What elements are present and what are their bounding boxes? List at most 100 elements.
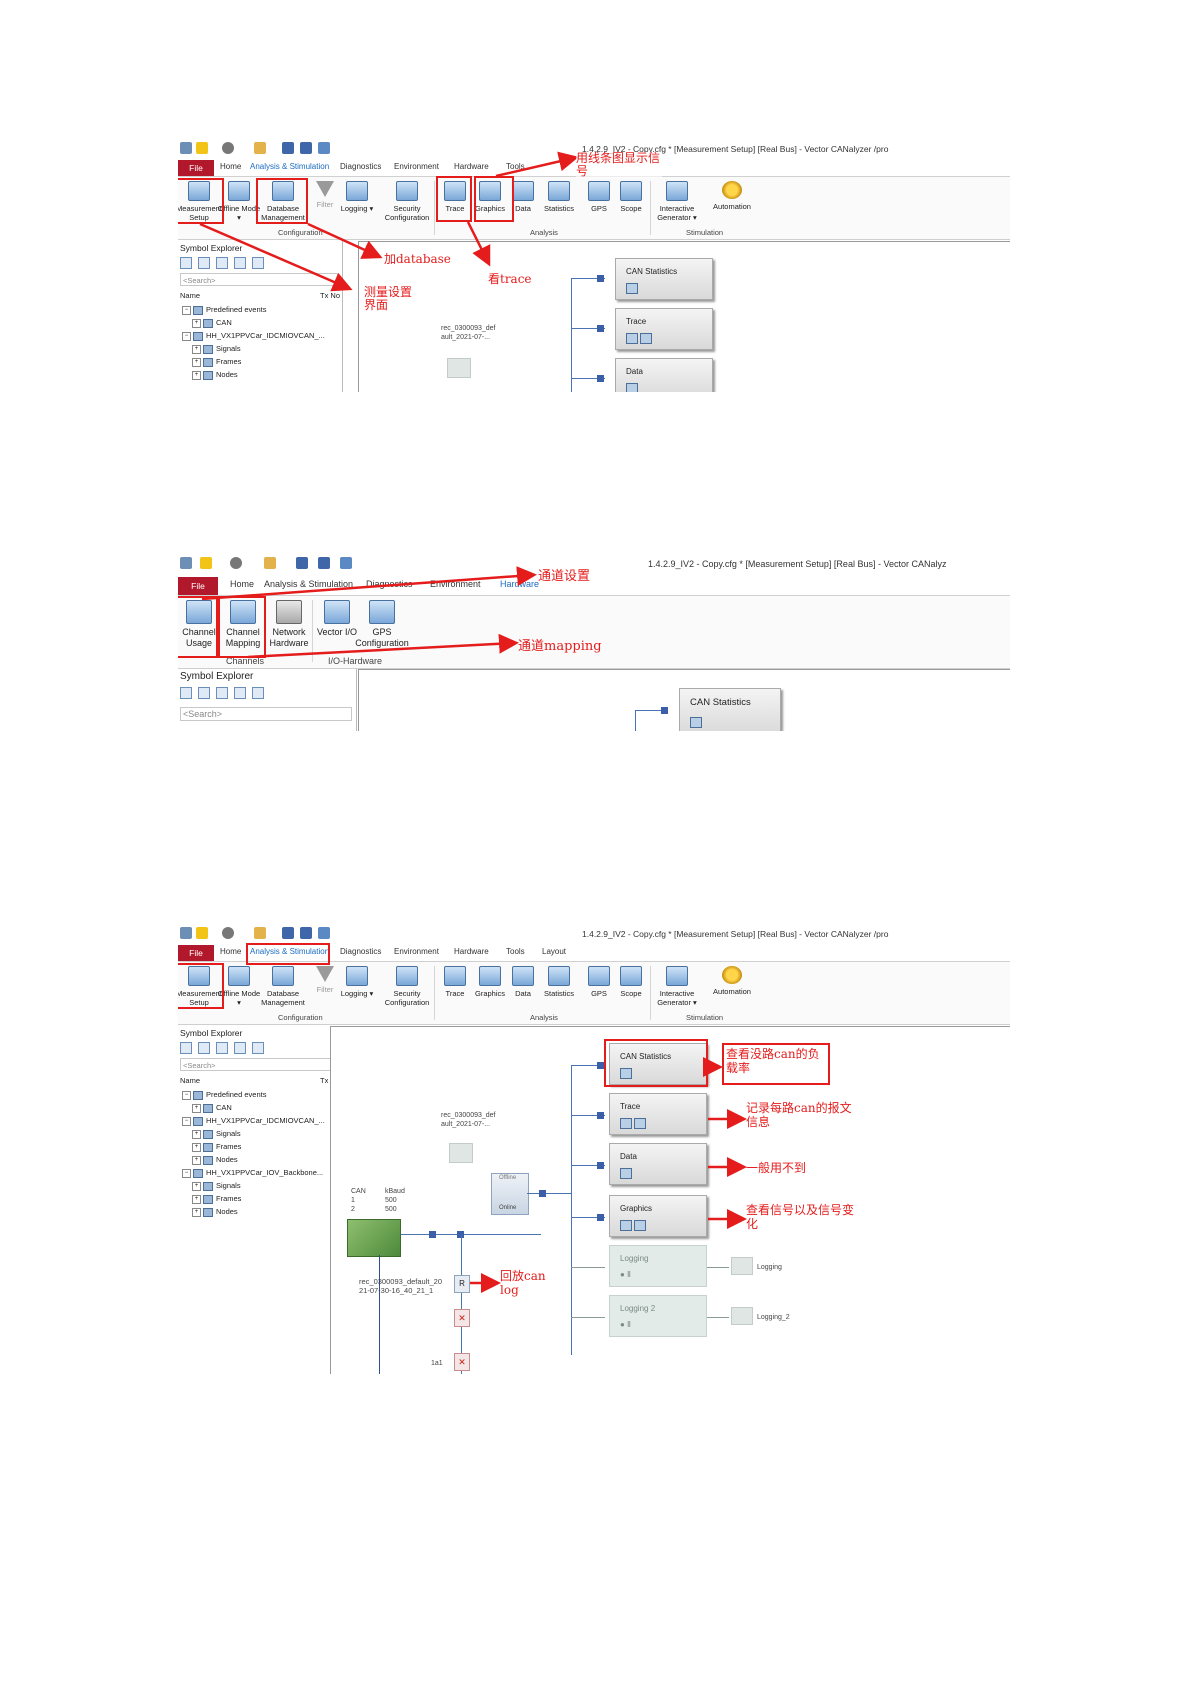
symbol-search-input[interactable]: <Search> [180, 1058, 338, 1071]
tree-item[interactable]: − Predefined events [182, 305, 266, 315]
connector-node[interactable] [597, 275, 604, 282]
logging-file-icon[interactable] [731, 1257, 753, 1275]
open-folder-icon[interactable] [264, 557, 276, 569]
connector-node[interactable] [661, 707, 668, 714]
save-icon[interactable] [282, 927, 294, 939]
replay-folder-icon[interactable] [447, 358, 471, 378]
tool-icon[interactable] [252, 687, 264, 699]
export-icon[interactable] [318, 927, 330, 939]
interactive-generator-button[interactable]: Interactive Generator ▾ [654, 181, 700, 222]
tool-icon[interactable] [180, 1042, 192, 1054]
connector-node[interactable] [597, 325, 604, 332]
tab-diagnostics[interactable]: Diagnostics [366, 579, 413, 589]
save-as-icon[interactable] [300, 142, 312, 154]
can-statistics-block[interactable]: CAN Statistics [679, 688, 781, 731]
tab-analysis[interactable]: Analysis & Stimulation [264, 579, 353, 589]
connector-node[interactable] [597, 375, 604, 382]
stop-icon[interactable] [222, 142, 234, 154]
tab-file[interactable]: File [178, 577, 218, 595]
logging-file-icon[interactable] [731, 1307, 753, 1325]
tab-hardware[interactable]: Hardware [454, 947, 489, 956]
automation-button[interactable]: Automation [709, 181, 755, 211]
tool-icon[interactable] [180, 687, 192, 699]
tree-item[interactable]: − HH_VX1PPVCar_IOV_Backbone... [182, 1168, 323, 1178]
save-as-icon[interactable] [300, 927, 312, 939]
connector-node[interactable] [597, 1062, 604, 1069]
tool-icon[interactable] [216, 1042, 228, 1054]
replay-folder-icon[interactable] [449, 1143, 473, 1163]
stop-icon[interactable] [230, 557, 242, 569]
save-icon[interactable] [296, 557, 308, 569]
tool-icon[interactable] [180, 257, 192, 269]
tab-home[interactable]: Home [220, 947, 241, 956]
tree-item[interactable]: + Frames [192, 1142, 241, 1152]
lightning-icon[interactable] [200, 557, 212, 569]
security-configuration-button[interactable]: Security Configuration [384, 966, 430, 1007]
tab-environment[interactable]: Environment [394, 162, 439, 171]
tab-layout[interactable]: Layout [542, 947, 566, 956]
tab-file[interactable]: File [178, 945, 214, 961]
automation-button[interactable]: Automation [709, 966, 755, 996]
tab-environment[interactable]: Environment [430, 579, 481, 589]
network-hardware-button[interactable]: Network Hardware [264, 600, 314, 649]
tab-analysis[interactable]: Analysis & Stimulation [250, 162, 329, 171]
tree-item[interactable]: + Signals [192, 1129, 241, 1139]
tree-item[interactable]: + Frames [192, 357, 241, 367]
connector-node[interactable] [597, 1162, 604, 1169]
tree-item[interactable]: + Nodes [192, 1155, 238, 1165]
save-icon[interactable] [282, 142, 294, 154]
trace-block[interactable]: Trace [609, 1093, 707, 1135]
tree-item[interactable]: + CAN [192, 318, 232, 328]
replay-block[interactable]: R [454, 1275, 470, 1293]
tree-item[interactable]: + CAN [192, 1103, 232, 1113]
tool-icon[interactable] [252, 257, 264, 269]
logging-block[interactable]: Logging ● Ⅱ [609, 1245, 707, 1287]
tool-icon[interactable] [216, 257, 228, 269]
tool-icon[interactable] [252, 1042, 264, 1054]
trace-block[interactable]: Trace [615, 308, 713, 350]
graphics-block[interactable]: Graphics [609, 1195, 707, 1237]
tab-home[interactable]: Home [220, 162, 241, 171]
logging-button[interactable]: Logging ▾ [334, 181, 380, 213]
tool-icon[interactable] [234, 687, 246, 699]
security-configuration-button[interactable]: Security Configuration [384, 181, 430, 222]
connector-node[interactable] [429, 1231, 436, 1238]
symbol-search-input[interactable]: <Search> [180, 273, 338, 286]
tab-hardware[interactable]: Hardware [500, 579, 539, 589]
open-folder-icon[interactable] [254, 927, 266, 939]
tree-item[interactable]: + Frames [192, 1194, 241, 1204]
tool-icon[interactable] [198, 257, 210, 269]
tree-item[interactable]: − Predefined events [182, 1090, 266, 1100]
connector-node[interactable] [597, 1214, 604, 1221]
gps-configuration-button[interactable]: GPS Configuration [350, 600, 414, 649]
scope-button[interactable]: Scope [608, 966, 654, 998]
open-folder-icon[interactable] [254, 142, 266, 154]
logging-button[interactable]: Logging ▾ [334, 966, 380, 998]
tool-icon[interactable] [234, 1042, 246, 1054]
tree-item[interactable]: + Signals [192, 344, 241, 354]
tool-icon[interactable] [198, 1042, 210, 1054]
interactive-generator-button[interactable]: Interactive Generator ▾ [654, 966, 700, 1007]
tree-item[interactable]: + Nodes [192, 370, 238, 380]
tree-item[interactable]: + Signals [192, 1181, 241, 1191]
filter-block-icon[interactable]: ✕ [454, 1309, 470, 1327]
lightning-icon[interactable] [196, 142, 208, 154]
tab-file[interactable]: File [178, 160, 214, 176]
logging2-block[interactable]: Logging 2 ● Ⅱ [609, 1295, 707, 1337]
data-block[interactable]: Data [609, 1143, 707, 1185]
tree-item[interactable]: + Nodes [192, 1207, 238, 1217]
lightning-icon[interactable] [196, 927, 208, 939]
connector-node[interactable] [539, 1190, 546, 1197]
tab-tools[interactable]: Tools [506, 947, 525, 956]
scope-button[interactable]: Scope [608, 181, 654, 213]
stop-icon[interactable] [222, 927, 234, 939]
tab-home[interactable]: Home [230, 579, 254, 589]
tool-icon[interactable] [216, 687, 228, 699]
tab-tools[interactable]: Tools [506, 162, 525, 171]
database-management-button[interactable]: Database Management [260, 966, 306, 1007]
can-statistics-block[interactable]: CAN Statistics [615, 258, 713, 300]
filter-block-icon[interactable]: ✕ [454, 1353, 470, 1371]
symbol-search-input[interactable]: <Search> [180, 707, 352, 721]
tool-icon[interactable] [198, 687, 210, 699]
interface-card-icon[interactable] [347, 1219, 401, 1257]
